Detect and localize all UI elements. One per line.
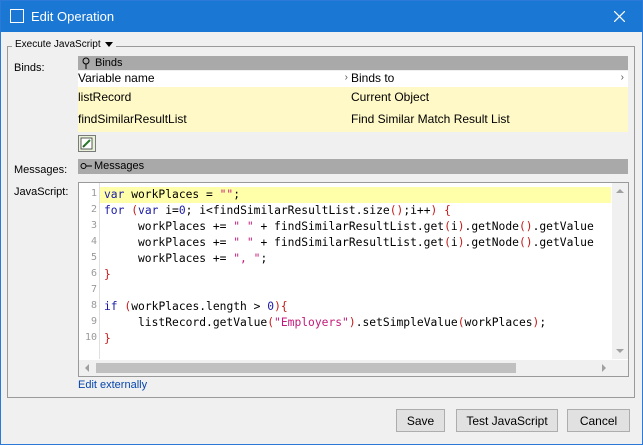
scroll-down-icon[interactable] — [616, 349, 624, 353]
vertical-scrollbar[interactable] — [612, 183, 628, 359]
binds-section-header[interactable]: Binds — [78, 56, 628, 70]
edit-binds-button[interactable] — [78, 135, 96, 152]
window-title: Edit Operation — [31, 9, 115, 24]
edit-externally-link[interactable]: Edit externally — [78, 379, 147, 391]
code-line: } — [104, 268, 111, 281]
code-line: listRecord.getValue("Employers").setSimp… — [104, 316, 547, 329]
table-row[interactable]: listRecord — [78, 87, 352, 110]
test-javascript-button[interactable]: Test JavaScript — [456, 409, 558, 432]
line-number: 2 — [90, 204, 97, 215]
chevron-right-icon: › — [344, 72, 348, 83]
line-number: 5 — [90, 252, 97, 263]
code-line: for (var i=0; i<findSimilarResultList.si… — [104, 204, 451, 217]
binds-header-label: Binds — [95, 57, 123, 69]
close-button[interactable] — [597, 1, 642, 32]
messages-header-label: Messages — [94, 160, 145, 172]
save-button[interactable]: Save — [396, 409, 445, 432]
code-line: var workPlaces = ""; — [104, 188, 241, 201]
line-number: 3 — [90, 220, 97, 231]
column-header-variable-name[interactable]: Variable name › — [78, 71, 352, 87]
line-number: 10 — [84, 332, 97, 343]
chevron-right-icon: › — [620, 72, 624, 83]
code-area[interactable]: var workPlaces = ""; for (var i=0; i<fin… — [104, 183, 614, 359]
horizontal-scrollbar[interactable] — [79, 360, 628, 376]
code-line: workPlaces += ", "; — [104, 252, 268, 265]
code-line: workPlaces += " " + findSimilarResultLis… — [104, 236, 594, 249]
messages-section-header[interactable]: Messages — [78, 159, 628, 174]
messages-label: Messages: — [14, 164, 68, 176]
key-icon — [80, 163, 92, 169]
line-number: 6 — [90, 268, 97, 279]
scrollbar-thumb[interactable] — [96, 363, 516, 373]
code-line: } — [104, 332, 111, 345]
edit-icon — [80, 137, 93, 150]
window-icon — [10, 9, 24, 23]
line-number: 4 — [90, 236, 97, 247]
chevron-down-icon — [104, 42, 113, 47]
line-number-gutter: 1 2 3 4 5 6 7 8 9 10 — [79, 183, 100, 359]
table-row[interactable]: Find Similar Match Result List — [351, 109, 628, 132]
table-row[interactable]: findSimilarResultList — [78, 109, 352, 132]
line-number: 8 — [90, 300, 97, 311]
code-line: if (workPlaces.length > 0){ — [104, 300, 288, 313]
javascript-editor[interactable]: 1 2 3 4 5 6 7 8 9 10 var workPlaces = ""… — [78, 182, 629, 377]
scroll-up-icon[interactable] — [616, 189, 624, 193]
title-bar[interactable]: Edit Operation — [1, 1, 642, 32]
close-icon — [614, 11, 625, 22]
line-number: 7 — [90, 284, 97, 295]
pin-icon — [82, 57, 90, 69]
javascript-label: JavaScript: — [14, 186, 69, 198]
scroll-left-icon[interactable] — [85, 364, 89, 372]
line-number: 9 — [90, 316, 97, 327]
scrollbar-corner — [612, 360, 628, 376]
table-row[interactable]: Current Object — [351, 87, 628, 110]
cancel-button[interactable]: Cancel — [567, 409, 630, 432]
binds-label: Binds: — [14, 62, 45, 74]
column-header-binds-to[interactable]: Binds to › — [351, 71, 628, 87]
code-line: workPlaces += " " + findSimilarResultLis… — [104, 220, 594, 233]
operation-type-label: Execute JavaScript — [15, 39, 101, 50]
line-number: 1 — [90, 188, 97, 199]
operation-type-dropdown[interactable]: Execute JavaScript — [12, 39, 116, 50]
scroll-right-icon[interactable] — [602, 364, 606, 372]
